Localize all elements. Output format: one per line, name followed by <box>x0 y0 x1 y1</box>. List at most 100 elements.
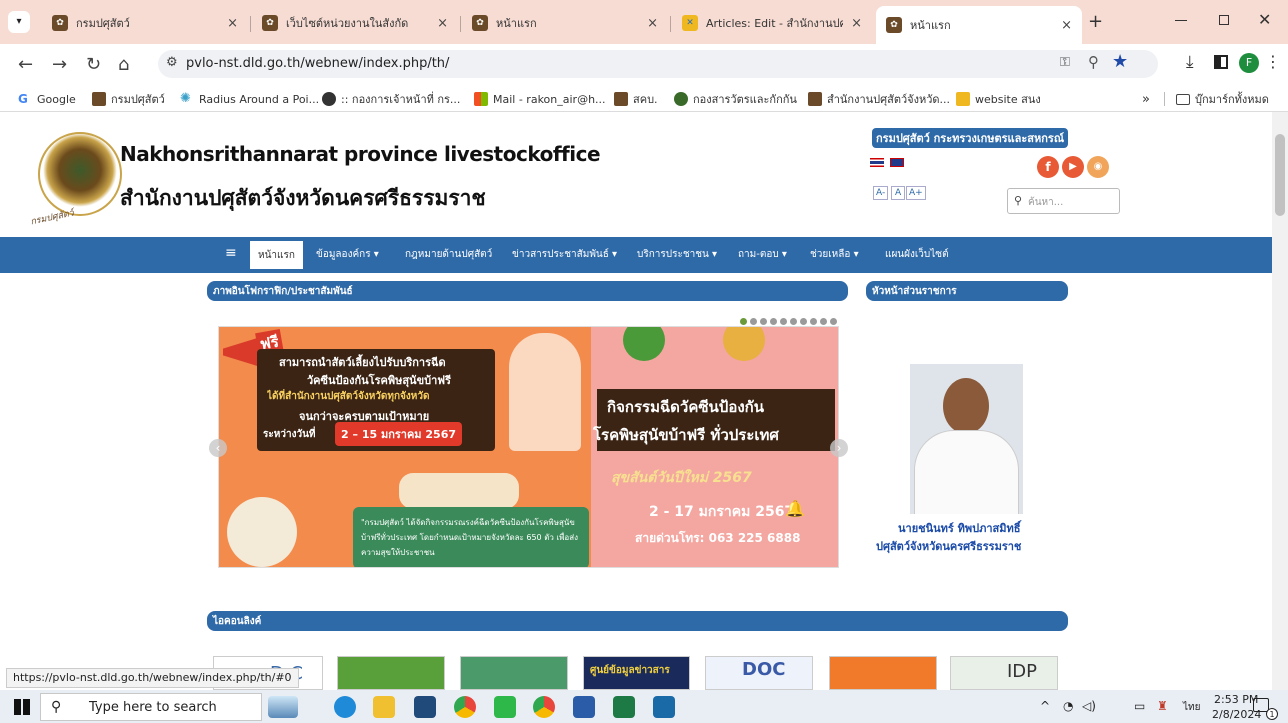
carousel-dot[interactable] <box>830 318 837 325</box>
carousel-slide[interactable]: ฟรี สามารถนำสัตว์เลี้ยงไปรับบริการฉีด วั… <box>218 326 839 568</box>
bookmark-radius[interactable]: ✺ Radius Around a Poi... <box>180 90 319 108</box>
dld-logo[interactable] <box>38 132 122 216</box>
clock-time[interactable]: 2:53 PM <box>1214 693 1258 706</box>
profile-avatar[interactable]: F <box>1239 53 1259 73</box>
carousel-dot[interactable] <box>820 318 827 325</box>
menu-law[interactable]: กฎหมายด้านปศุสัตว์ <box>405 247 492 262</box>
taskbar-search-input[interactable]: ⚲ Type here to search <box>40 693 262 721</box>
youtube-icon[interactable]: ▶ <box>1062 156 1084 178</box>
forward-icon[interactable]: → <box>52 54 67 76</box>
home-icon[interactable]: ⌂ <box>118 54 129 76</box>
bookmark-ocpb[interactable]: สคบ. <box>614 90 658 108</box>
excel-icon[interactable] <box>613 696 635 718</box>
font-increase-button[interactable]: A+ <box>906 186 926 200</box>
carousel-dot[interactable] <box>780 318 787 325</box>
tab-home-active[interactable]: ✿ หน้าแรก × <box>876 6 1082 44</box>
carousel-dot-active[interactable] <box>740 318 747 325</box>
bookmarks-overflow-button[interactable]: » <box>1142 90 1150 108</box>
menu-faq[interactable]: ถาม-ตอบ ▾ <box>738 247 787 262</box>
photos-icon[interactable] <box>653 696 675 718</box>
icon-link-7[interactable]: IDP <box>950 656 1058 690</box>
menu-help[interactable]: ช่วยเหลือ ▾ <box>810 247 859 262</box>
director-photo[interactable] <box>910 364 1023 514</box>
chrome-icon[interactable] <box>454 696 476 718</box>
new-tab-button[interactable]: + <box>1088 11 1103 32</box>
icon-link-6[interactable] <box>829 656 937 690</box>
bookmark-mail[interactable]: Mail - rakon_air@h... <box>474 90 606 108</box>
side-panel-icon[interactable] <box>1214 55 1228 69</box>
zoom-icon[interactable]: ⚲ <box>1088 53 1099 71</box>
tray-people-icon[interactable]: ♜ <box>1157 699 1168 713</box>
back-icon[interactable]: ← <box>18 54 33 76</box>
minimize-icon[interactable] <box>1175 20 1187 21</box>
icon-link-5[interactable]: DOC <box>705 656 813 690</box>
uk-flag-icon[interactable] <box>890 158 904 167</box>
close-icon[interactable]: × <box>227 16 238 31</box>
download-icon[interactable]: ⤓ <box>1186 52 1194 72</box>
carousel-dot[interactable] <box>790 318 797 325</box>
menu-sitemap[interactable]: แผนผังเว็บไซต์ <box>885 247 949 262</box>
thai-flag-icon[interactable] <box>870 158 884 167</box>
bookmark-dld[interactable]: กรมปศุสัตว์ <box>92 90 165 108</box>
menu-home[interactable]: หน้าแรก <box>250 241 303 269</box>
window-close-icon[interactable]: ✕ <box>1258 10 1271 29</box>
windows-start-icon[interactable] <box>14 699 30 715</box>
close-icon[interactable]: × <box>1061 18 1072 33</box>
tray-network-icon[interactable]: ◔ <box>1063 699 1073 713</box>
scrollbar-thumb[interactable] <box>1275 134 1285 216</box>
bookmark-website[interactable]: website สนง <box>956 90 1041 108</box>
font-decrease-button[interactable]: A- <box>873 186 889 200</box>
facebook-icon[interactable]: f <box>1037 156 1059 178</box>
rss-icon[interactable]: ◉ <box>1087 156 1109 178</box>
carousel-dot[interactable] <box>760 318 767 325</box>
browser-menu-icon[interactable]: ⋮ <box>1265 52 1281 71</box>
bookmark-quarantine[interactable]: กองสารวัตรและกักกัน <box>674 90 797 108</box>
banner-period-label: ระหว่างวันที่ <box>263 429 316 440</box>
icon-link-2[interactable] <box>337 656 445 690</box>
menu-services[interactable]: บริการประชาชน ▾ <box>637 247 717 262</box>
menu-news[interactable]: ข่าวสารประชาสัมพันธ์ ▾ <box>512 247 617 262</box>
tab-search-button[interactable]: ▾ <box>8 11 30 33</box>
word-icon[interactable] <box>573 696 595 718</box>
lighthouse-icon[interactable] <box>268 696 298 718</box>
bookmark-hr[interactable]: :: กองการเจ้าหน้าที่ กร... <box>322 90 460 108</box>
bookmark-star-icon[interactable]: ★ <box>1112 51 1128 72</box>
carousel-dot[interactable] <box>750 318 757 325</box>
password-key-icon[interactable]: ⚿ <box>1060 55 1070 70</box>
carousel-next-icon[interactable]: › <box>830 439 848 457</box>
line-icon[interactable] <box>494 696 516 718</box>
icon-link-4[interactable]: ศูนย์ข้อมูลข่าวสาร <box>583 656 690 690</box>
restore-icon[interactable] <box>1219 15 1229 25</box>
close-icon[interactable]: × <box>647 16 658 31</box>
reload-icon[interactable]: ↻ <box>86 54 101 76</box>
chrome-profile-icon[interactable] <box>533 696 555 718</box>
tray-volume-icon[interactable]: ◁) <box>1082 699 1096 713</box>
carousel-dot[interactable] <box>800 318 807 325</box>
carousel-prev-icon[interactable]: ‹ <box>209 439 227 457</box>
remote-app-icon[interactable] <box>414 696 436 718</box>
font-normal-button[interactable]: A <box>891 186 906 200</box>
tab-dld[interactable]: ✿ กรมปศุสัตว์ × <box>42 8 248 38</box>
hamburger-icon[interactable]: ≡ <box>225 245 237 261</box>
tray-chevron-icon[interactable]: ^ <box>1040 699 1050 713</box>
tray-meet-icon[interactable]: ▭ <box>1134 699 1145 713</box>
tab-articles-edit[interactable]: ✕ Articles: Edit - สำนักงานปศุสัตว์ × <box>672 8 872 38</box>
close-icon[interactable]: × <box>437 16 448 31</box>
carousel-dot[interactable] <box>810 318 817 325</box>
close-icon[interactable]: × <box>851 16 862 31</box>
menu-about[interactable]: ข้อมูลองค์กร ▾ <box>316 247 379 262</box>
all-bookmarks-button[interactable]: บุ๊กมาร์กทั้งหมด <box>1176 90 1269 108</box>
bookmark-province-office[interactable]: สำนักงานปศุสัตว์จังหวัด... <box>808 90 950 108</box>
icon-link-3[interactable] <box>460 656 568 690</box>
url-text[interactable]: pvlo-nst.dld.go.th/webnew/index.php/th/ <box>186 56 449 71</box>
edge-icon[interactable] <box>334 696 356 718</box>
site-search-input[interactable]: ⚲ ค้นหา... <box>1007 188 1120 214</box>
carousel-dot[interactable] <box>770 318 777 325</box>
tab-agencies[interactable]: ✿ เว็บไซต์หน่วยงานในสังกัด × <box>252 8 458 38</box>
site-info-icon[interactable]: ⚙ <box>166 55 178 70</box>
bookmark-google[interactable]: G Google <box>18 90 76 108</box>
bookmark-label: กรมปศุสัตว์ <box>111 93 165 106</box>
language-indicator[interactable]: ไทย <box>1183 700 1200 715</box>
file-explorer-icon[interactable] <box>373 696 395 718</box>
tab-home-1[interactable]: ✿ หน้าแรก × <box>462 8 668 38</box>
